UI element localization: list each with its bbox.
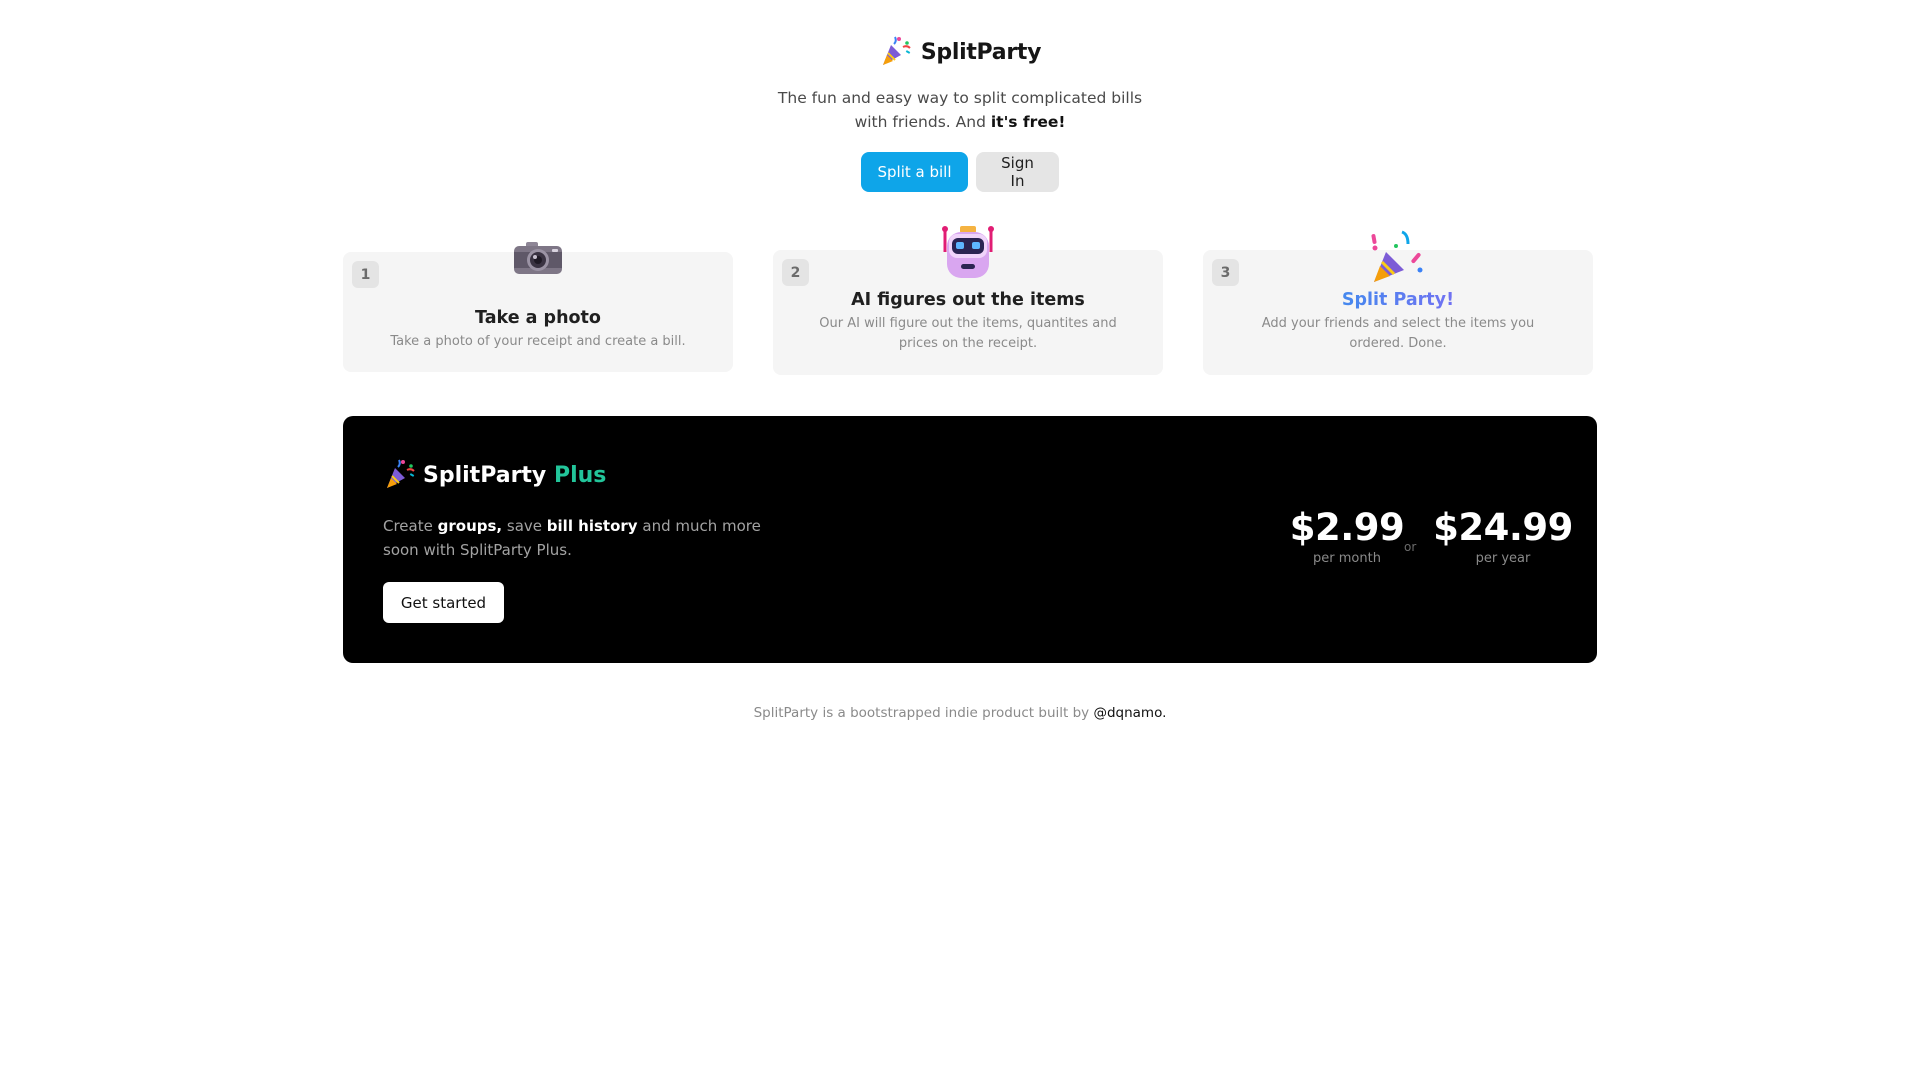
step-number: 3 xyxy=(1212,259,1239,286)
yearly-price: $24.99 per year xyxy=(1423,506,1583,566)
get-started-button[interactable]: Get started xyxy=(383,582,504,623)
splitparty-plus-banner: SplitParty Plus Create groups, save bill… xyxy=(343,416,1597,663)
plus-brand-name-accent: Plus xyxy=(553,462,607,488)
tagline-line-2: with friends. And it's free! xyxy=(0,110,1920,134)
yearly-price-period: per year xyxy=(1475,551,1531,566)
plus-desc-create: Create xyxy=(383,517,433,535)
camera-icon xyxy=(512,238,564,282)
price-or-label: or xyxy=(1404,540,1417,554)
split-a-bill-button[interactable]: Split a bill xyxy=(861,152,968,192)
step-description: Add your friends and select the items yo… xyxy=(1261,316,1535,351)
robot-icon xyxy=(939,224,997,286)
plus-description: Create groups, save bill history and muc… xyxy=(383,514,783,562)
step-title: Take a photo xyxy=(475,308,601,328)
footer-text: SplitParty is a bootstrapped indie produ… xyxy=(753,705,1090,721)
brand: SplitParty xyxy=(0,32,1920,72)
step-description: Our AI will figure out the items, quanti… xyxy=(819,316,1117,351)
plus-desc-history: bill history xyxy=(546,517,638,535)
monthly-price-amount: $2.99 xyxy=(1289,506,1405,549)
brand-name: SplitParty xyxy=(920,39,1042,65)
plus-brand-name: SplitParty Plus xyxy=(423,463,606,488)
yearly-price-amount: $24.99 xyxy=(1433,506,1573,549)
sign-in-button[interactable]: Sign In xyxy=(976,152,1059,192)
plus-desc-groups: groups, xyxy=(437,517,503,535)
party-popper-icon xyxy=(879,33,913,71)
tagline-emphasis: it's free! xyxy=(990,113,1066,131)
step-title: Split Party! xyxy=(1203,290,1593,310)
monthly-price: $2.99 per month xyxy=(1277,506,1417,566)
step-number: 2 xyxy=(782,259,809,286)
step-card-1: 1 Take a photo Take a photo of your rece… xyxy=(343,242,733,372)
author-link[interactable]: @dqnamo. xyxy=(1093,705,1166,721)
hero-actions: Split a bill Sign In xyxy=(0,152,1920,192)
party-popper-icon xyxy=(383,456,417,494)
tagline-line-1: The fun and easy way to split complicate… xyxy=(777,89,1143,107)
plus-brand: SplitParty Plus xyxy=(383,456,606,494)
step-number: 1 xyxy=(352,261,379,288)
footer: SplitParty is a bootstrapped indie produ… xyxy=(0,705,1920,721)
step-description: Take a photo of your receipt and create … xyxy=(390,334,686,349)
step-card-3: 3 Split Party! Add your friends and sele… xyxy=(1203,230,1593,375)
monthly-price-period: per month xyxy=(1313,551,1381,566)
tagline-line-2-prefix: with friends. And xyxy=(854,113,986,131)
party-popper-icon xyxy=(1368,230,1428,290)
step-title: AI figures out the items xyxy=(851,290,1085,310)
plus-desc-save: save xyxy=(506,517,543,535)
tagline: The fun and easy way to split complicate… xyxy=(0,86,1920,134)
hero-header: SplitParty The fun and easy way to split… xyxy=(0,32,1920,192)
plus-brand-name-main: SplitParty xyxy=(423,462,547,488)
step-card-2: 2 AI figures out the items Our AI will f… xyxy=(773,226,1163,375)
